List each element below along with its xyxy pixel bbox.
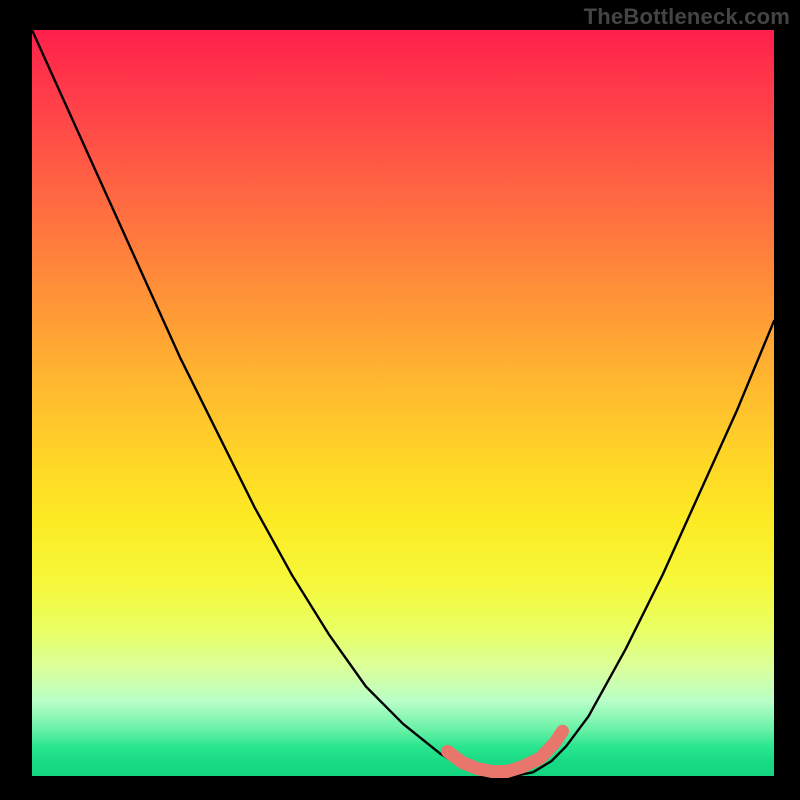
chart-stage: TheBottleneck.com [0,0,800,800]
curve-overlay [0,0,800,800]
bottleneck-curve [32,30,774,776]
